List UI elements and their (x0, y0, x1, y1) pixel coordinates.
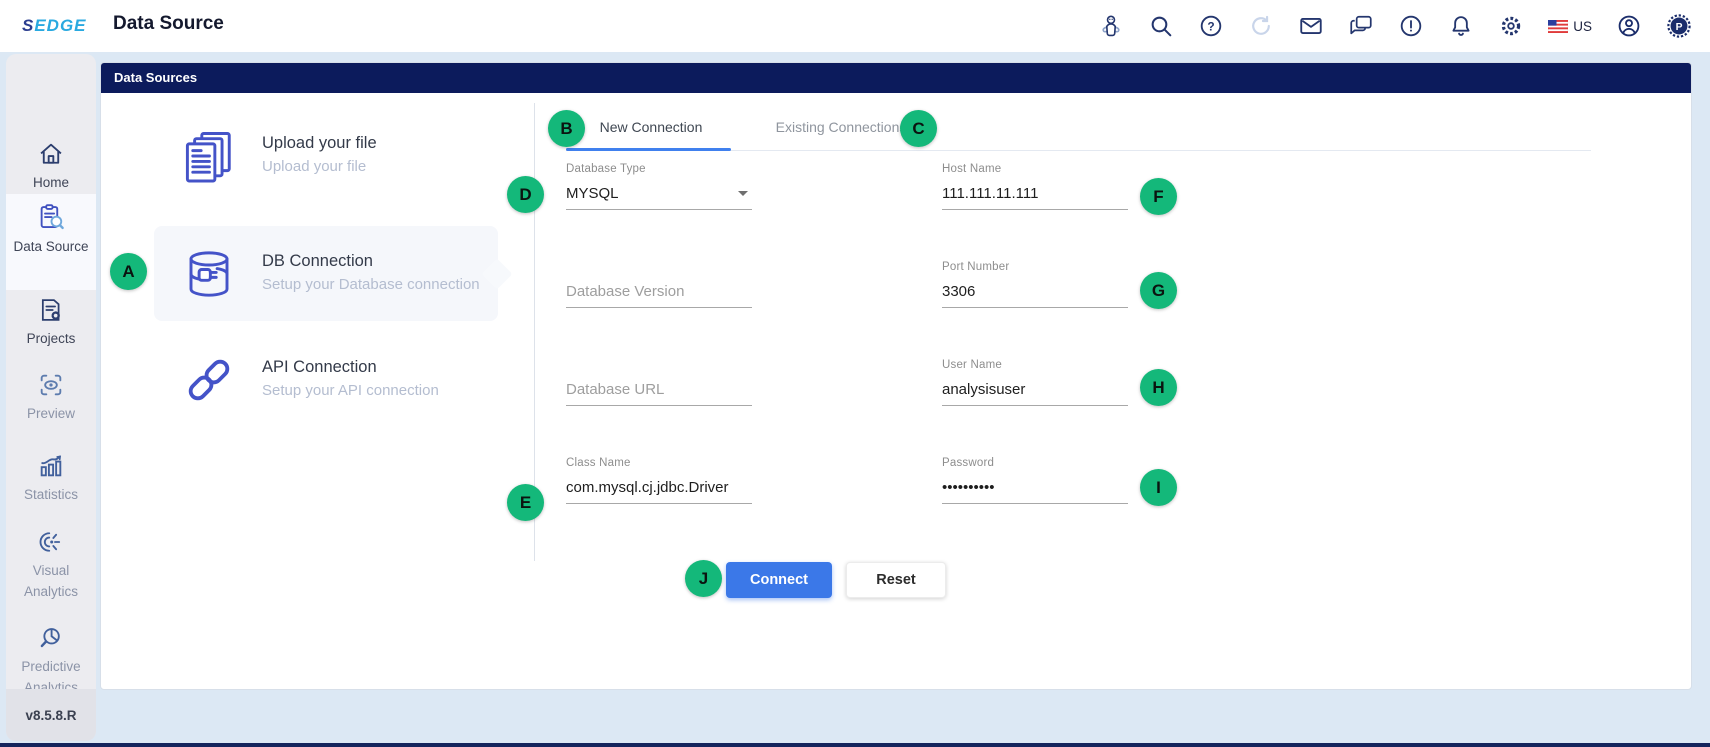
host-name-input[interactable] (942, 180, 1128, 210)
option-subtitle: Setup your Database connection (262, 274, 480, 296)
option-subtitle: Upload your file (262, 156, 377, 178)
header-icon-bar: ? (1098, 0, 1692, 52)
profile-icon[interactable] (1616, 13, 1642, 39)
gear-icon[interactable] (1498, 13, 1524, 39)
sidebar-item-predictive-analytics[interactable]: Predictive Analytics (6, 624, 96, 699)
annotation-badge-e: E (507, 484, 544, 521)
upload-file-icon (182, 129, 236, 183)
language-label: US (1573, 19, 1592, 34)
port-number-input[interactable] (942, 278, 1128, 308)
sidebar-item-projects[interactable]: Projects (6, 296, 96, 350)
top-header: SEDGE Data Source ? (0, 0, 1710, 52)
database-version-input[interactable] (566, 278, 752, 308)
sidebar-item-home[interactable]: Home (6, 140, 96, 194)
page-title: Data Source (113, 13, 224, 35)
annotation-badge-b: B (548, 110, 585, 147)
bottom-edge-strip (0, 743, 1710, 747)
password-field: Password (942, 457, 1128, 504)
field-label: Database Type (566, 163, 752, 180)
chat-icon[interactable] (1348, 13, 1374, 39)
mail-icon[interactable] (1298, 13, 1324, 39)
option-upload-file[interactable]: Upload your file Upload your file (154, 117, 498, 195)
database-type-field: Database Type MYSQL (566, 163, 752, 210)
option-subtitle: Setup your API connection (262, 380, 439, 402)
search-icon[interactable] (1148, 13, 1174, 39)
field-label: Password (942, 457, 1128, 474)
field-label: Port Number (942, 261, 1128, 278)
field-label: Class Name (566, 457, 752, 474)
projects-icon (6, 296, 96, 324)
svg-text:P: P (1676, 22, 1683, 33)
panel-title: Data Sources (101, 63, 1691, 93)
sidebar-item-visual-analytics[interactable]: Visual Analytics (6, 528, 96, 603)
annotation-badge-g: G (1140, 272, 1177, 309)
sidebar-item-label: Statistics (6, 485, 96, 506)
field-label (566, 359, 752, 376)
field-label: User Name (942, 359, 1128, 376)
us-flag-icon (1548, 20, 1568, 33)
database-version-field (566, 261, 752, 308)
visual-analytics-icon (6, 528, 96, 556)
sidebar-item-data-source[interactable]: Data Source (6, 194, 96, 290)
language-selector[interactable]: US (1548, 19, 1592, 34)
sidebar-item-statistics[interactable]: Statistics (6, 452, 96, 506)
home-icon (6, 140, 96, 168)
option-db-connection[interactable]: DB Connection Setup your Database connec… (154, 226, 498, 321)
annotation-badge-d: D (507, 176, 544, 213)
annotation-badge-f: F (1140, 178, 1177, 215)
bot-icon[interactable] (1098, 13, 1124, 39)
bell-icon[interactable] (1448, 13, 1474, 39)
annotation-badge-a: A (110, 253, 147, 290)
sidebar-nav: Home Data Source Projects (6, 54, 96, 741)
database-url-field (566, 359, 752, 406)
p-badge-icon[interactable]: P (1666, 13, 1692, 39)
class-name-input[interactable] (566, 474, 752, 504)
data-source-icon (6, 202, 96, 232)
database-type-value: MYSQL (566, 185, 619, 202)
field-label (566, 261, 752, 278)
logo-text-dark: S (22, 16, 34, 35)
annotation-badge-h: H (1140, 369, 1177, 406)
annotation-badge-i: I (1140, 469, 1177, 506)
option-title: DB Connection (262, 252, 480, 271)
data-sources-panel: Data Sources Upload your file Upload you… (100, 62, 1692, 690)
sedge-logo[interactable]: SEDGE (22, 16, 87, 36)
dropdown-arrow-icon (738, 191, 748, 196)
alert-icon[interactable] (1398, 13, 1424, 39)
connect-button[interactable]: Connect (726, 562, 832, 598)
help-icon[interactable]: ? (1198, 13, 1224, 39)
preview-icon (6, 371, 96, 399)
sidebar-item-label: Projects (6, 329, 96, 350)
option-title: API Connection (262, 358, 439, 377)
database-url-input[interactable] (566, 376, 752, 406)
predictive-analytics-icon (6, 624, 96, 652)
app-version: v8.5.8.R (6, 689, 96, 741)
api-connection-icon (182, 353, 236, 407)
annotation-badge-c: C (900, 110, 937, 147)
refresh-icon[interactable] (1248, 13, 1274, 39)
host-name-field: Host Name (942, 163, 1128, 210)
option-title: Upload your file (262, 134, 377, 153)
option-api-connection[interactable]: API Connection Setup your API connection (154, 341, 498, 419)
sidebar-item-label: Visual Analytics (6, 561, 96, 603)
port-number-field: Port Number (942, 261, 1128, 308)
sidebar-item-preview[interactable]: Preview (6, 371, 96, 425)
svg-text:?: ? (1208, 19, 1215, 33)
logo-text-light: EDGE (34, 16, 86, 35)
db-connection-icon (182, 247, 236, 301)
user-name-field: User Name (942, 359, 1128, 406)
user-name-input[interactable] (942, 376, 1128, 406)
reset-button[interactable]: Reset (846, 562, 946, 598)
sidebar-item-label: Data Source (6, 237, 96, 258)
field-label: Host Name (942, 163, 1128, 180)
sidebar-item-label: Preview (6, 404, 96, 425)
annotation-badge-j: J (685, 560, 722, 597)
active-tab-indicator (566, 148, 731, 151)
password-input[interactable] (942, 474, 1128, 504)
tab-new-connection[interactable]: New Connection (566, 119, 736, 135)
class-name-field: Class Name (566, 457, 752, 504)
statistics-icon (6, 452, 96, 480)
database-type-select[interactable]: MYSQL (566, 180, 752, 210)
sidebar-item-label: Home (6, 173, 96, 194)
